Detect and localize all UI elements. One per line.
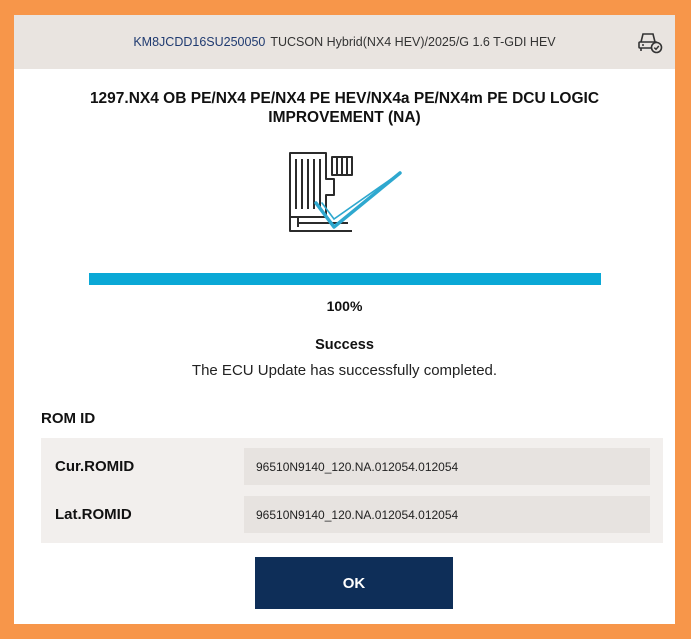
vehicle-text: TUCSON Hybrid(NX4 HEV)/2025/G 1.6 T-GDI … <box>270 35 556 49</box>
car-check-icon[interactable] <box>637 30 663 54</box>
vin-text: KM8JCDD16SU250050 <box>133 35 266 49</box>
update-dialog: KM8JCDD16SU250050 TUCSON Hybrid(NX4 HEV)… <box>14 15 675 624</box>
progress-fill <box>88 273 601 285</box>
rom-value-latest: 96510N9140_120.NA.012054.012054 <box>244 496 650 533</box>
rom-value-current: 96510N9140_120.NA.012054.012054 <box>244 448 650 485</box>
rom-id-table: Cur.ROMID 96510N9140_120.NA.012054.01205… <box>41 438 663 543</box>
status-text: Success <box>315 337 374 353</box>
status-message: The ECU Update has successfully complete… <box>191 362 498 379</box>
ecu-success-icon <box>288 152 402 232</box>
ok-button[interactable]: OK <box>255 557 453 609</box>
rom-row-current: Cur.ROMID 96510N9140_120.NA.012054.01205… <box>55 448 650 485</box>
rom-label-latest: Lat.ROMID <box>55 506 132 523</box>
rom-row-latest: Lat.ROMID 96510N9140_120.NA.012054.01205… <box>55 496 650 533</box>
update-title: 1297.NX4 OB PE/NX4 PE/NX4 PE HEV/NX4a PE… <box>89 90 600 126</box>
vehicle-header: KM8JCDD16SU250050 TUCSON Hybrid(NX4 HEV)… <box>14 15 675 69</box>
progress-percent: 100% <box>326 298 363 314</box>
rom-id-heading: ROM ID <box>41 410 96 427</box>
rom-label-current: Cur.ROMID <box>55 458 135 475</box>
progress-bar <box>88 273 601 285</box>
